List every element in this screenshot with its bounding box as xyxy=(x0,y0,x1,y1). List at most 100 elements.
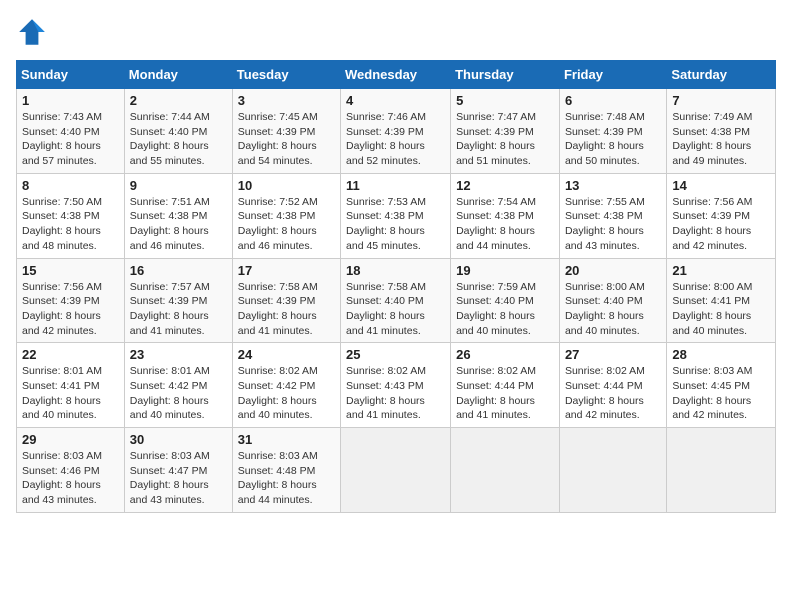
calendar-cell: 8 Sunrise: 7:50 AM Sunset: 4:38 PM Dayli… xyxy=(17,173,125,258)
weekday-label: Friday xyxy=(559,61,666,89)
calendar-cell: 1 Sunrise: 7:43 AM Sunset: 4:40 PM Dayli… xyxy=(17,89,125,174)
weekday-label: Tuesday xyxy=(232,61,340,89)
calendar-cell: 24 Sunrise: 8:02 AM Sunset: 4:42 PM Dayl… xyxy=(232,343,340,428)
day-number: 28 xyxy=(672,347,770,362)
calendar-cell xyxy=(341,428,451,513)
day-number: 4 xyxy=(346,93,445,108)
day-detail: Sunrise: 7:52 AM Sunset: 4:38 PM Dayligh… xyxy=(238,195,335,254)
calendar-cell: 22 Sunrise: 8:01 AM Sunset: 4:41 PM Dayl… xyxy=(17,343,125,428)
day-number: 6 xyxy=(565,93,661,108)
calendar-cell: 21 Sunrise: 8:00 AM Sunset: 4:41 PM Dayl… xyxy=(667,258,776,343)
day-number: 18 xyxy=(346,263,445,278)
day-detail: Sunrise: 7:56 AM Sunset: 4:39 PM Dayligh… xyxy=(22,280,119,339)
day-detail: Sunrise: 8:03 AM Sunset: 4:45 PM Dayligh… xyxy=(672,364,770,423)
day-detail: Sunrise: 8:02 AM Sunset: 4:42 PM Dayligh… xyxy=(238,364,335,423)
day-number: 8 xyxy=(22,178,119,193)
calendar-cell: 17 Sunrise: 7:58 AM Sunset: 4:39 PM Dayl… xyxy=(232,258,340,343)
day-detail: Sunrise: 8:00 AM Sunset: 4:40 PM Dayligh… xyxy=(565,280,661,339)
day-number: 3 xyxy=(238,93,335,108)
calendar-week-row: 8 Sunrise: 7:50 AM Sunset: 4:38 PM Dayli… xyxy=(17,173,776,258)
day-detail: Sunrise: 7:46 AM Sunset: 4:39 PM Dayligh… xyxy=(346,110,445,169)
day-detail: Sunrise: 8:02 AM Sunset: 4:43 PM Dayligh… xyxy=(346,364,445,423)
weekday-header-row: SundayMondayTuesdayWednesdayThursdayFrid… xyxy=(17,61,776,89)
calendar-cell: 31 Sunrise: 8:03 AM Sunset: 4:48 PM Dayl… xyxy=(232,428,340,513)
day-number: 7 xyxy=(672,93,770,108)
day-detail: Sunrise: 7:45 AM Sunset: 4:39 PM Dayligh… xyxy=(238,110,335,169)
day-number: 9 xyxy=(130,178,227,193)
day-detail: Sunrise: 7:49 AM Sunset: 4:38 PM Dayligh… xyxy=(672,110,770,169)
calendar-cell: 26 Sunrise: 8:02 AM Sunset: 4:44 PM Dayl… xyxy=(451,343,560,428)
day-detail: Sunrise: 8:01 AM Sunset: 4:42 PM Dayligh… xyxy=(130,364,227,423)
day-number: 16 xyxy=(130,263,227,278)
header xyxy=(16,16,776,48)
calendar-week-row: 1 Sunrise: 7:43 AM Sunset: 4:40 PM Dayli… xyxy=(17,89,776,174)
logo xyxy=(16,16,52,48)
day-detail: Sunrise: 7:55 AM Sunset: 4:38 PM Dayligh… xyxy=(565,195,661,254)
day-detail: Sunrise: 8:02 AM Sunset: 4:44 PM Dayligh… xyxy=(565,364,661,423)
calendar-cell: 3 Sunrise: 7:45 AM Sunset: 4:39 PM Dayli… xyxy=(232,89,340,174)
day-detail: Sunrise: 7:51 AM Sunset: 4:38 PM Dayligh… xyxy=(130,195,227,254)
calendar-week-row: 29 Sunrise: 8:03 AM Sunset: 4:46 PM Dayl… xyxy=(17,428,776,513)
day-number: 29 xyxy=(22,432,119,447)
calendar-cell: 23 Sunrise: 8:01 AM Sunset: 4:42 PM Dayl… xyxy=(124,343,232,428)
calendar: SundayMondayTuesdayWednesdayThursdayFrid… xyxy=(16,60,776,513)
day-detail: Sunrise: 7:54 AM Sunset: 4:38 PM Dayligh… xyxy=(456,195,554,254)
calendar-cell: 10 Sunrise: 7:52 AM Sunset: 4:38 PM Dayl… xyxy=(232,173,340,258)
calendar-cell: 11 Sunrise: 7:53 AM Sunset: 4:38 PM Dayl… xyxy=(341,173,451,258)
day-detail: Sunrise: 7:44 AM Sunset: 4:40 PM Dayligh… xyxy=(130,110,227,169)
day-detail: Sunrise: 8:00 AM Sunset: 4:41 PM Dayligh… xyxy=(672,280,770,339)
day-number: 27 xyxy=(565,347,661,362)
day-number: 26 xyxy=(456,347,554,362)
day-number: 20 xyxy=(565,263,661,278)
weekday-label: Wednesday xyxy=(341,61,451,89)
day-detail: Sunrise: 8:03 AM Sunset: 4:47 PM Dayligh… xyxy=(130,449,227,508)
day-detail: Sunrise: 7:57 AM Sunset: 4:39 PM Dayligh… xyxy=(130,280,227,339)
calendar-cell: 9 Sunrise: 7:51 AM Sunset: 4:38 PM Dayli… xyxy=(124,173,232,258)
calendar-cell: 20 Sunrise: 8:00 AM Sunset: 4:40 PM Dayl… xyxy=(559,258,666,343)
calendar-cell: 29 Sunrise: 8:03 AM Sunset: 4:46 PM Dayl… xyxy=(17,428,125,513)
day-number: 17 xyxy=(238,263,335,278)
day-detail: Sunrise: 8:02 AM Sunset: 4:44 PM Dayligh… xyxy=(456,364,554,423)
day-number: 13 xyxy=(565,178,661,193)
calendar-cell: 12 Sunrise: 7:54 AM Sunset: 4:38 PM Dayl… xyxy=(451,173,560,258)
day-number: 2 xyxy=(130,93,227,108)
calendar-cell xyxy=(667,428,776,513)
day-detail: Sunrise: 7:47 AM Sunset: 4:39 PM Dayligh… xyxy=(456,110,554,169)
day-number: 23 xyxy=(130,347,227,362)
day-detail: Sunrise: 7:50 AM Sunset: 4:38 PM Dayligh… xyxy=(22,195,119,254)
day-number: 24 xyxy=(238,347,335,362)
weekday-label: Saturday xyxy=(667,61,776,89)
calendar-cell xyxy=(451,428,560,513)
calendar-cell: 16 Sunrise: 7:57 AM Sunset: 4:39 PM Dayl… xyxy=(124,258,232,343)
day-detail: Sunrise: 7:53 AM Sunset: 4:38 PM Dayligh… xyxy=(346,195,445,254)
day-number: 1 xyxy=(22,93,119,108)
day-detail: Sunrise: 7:56 AM Sunset: 4:39 PM Dayligh… xyxy=(672,195,770,254)
day-number: 11 xyxy=(346,178,445,193)
weekday-label: Sunday xyxy=(17,61,125,89)
day-number: 30 xyxy=(130,432,227,447)
day-detail: Sunrise: 7:58 AM Sunset: 4:40 PM Dayligh… xyxy=(346,280,445,339)
calendar-cell: 5 Sunrise: 7:47 AM Sunset: 4:39 PM Dayli… xyxy=(451,89,560,174)
calendar-cell: 7 Sunrise: 7:49 AM Sunset: 4:38 PM Dayli… xyxy=(667,89,776,174)
calendar-cell: 13 Sunrise: 7:55 AM Sunset: 4:38 PM Dayl… xyxy=(559,173,666,258)
day-number: 12 xyxy=(456,178,554,193)
day-detail: Sunrise: 7:48 AM Sunset: 4:39 PM Dayligh… xyxy=(565,110,661,169)
calendar-week-row: 15 Sunrise: 7:56 AM Sunset: 4:39 PM Dayl… xyxy=(17,258,776,343)
day-number: 22 xyxy=(22,347,119,362)
day-number: 10 xyxy=(238,178,335,193)
calendar-cell xyxy=(559,428,666,513)
calendar-week-row: 22 Sunrise: 8:01 AM Sunset: 4:41 PM Dayl… xyxy=(17,343,776,428)
calendar-cell: 28 Sunrise: 8:03 AM Sunset: 4:45 PM Dayl… xyxy=(667,343,776,428)
logo-icon xyxy=(16,16,48,48)
calendar-body: 1 Sunrise: 7:43 AM Sunset: 4:40 PM Dayli… xyxy=(17,89,776,513)
day-number: 31 xyxy=(238,432,335,447)
calendar-cell: 25 Sunrise: 8:02 AM Sunset: 4:43 PM Dayl… xyxy=(341,343,451,428)
day-number: 25 xyxy=(346,347,445,362)
day-number: 21 xyxy=(672,263,770,278)
day-number: 14 xyxy=(672,178,770,193)
calendar-cell: 4 Sunrise: 7:46 AM Sunset: 4:39 PM Dayli… xyxy=(341,89,451,174)
day-detail: Sunrise: 7:58 AM Sunset: 4:39 PM Dayligh… xyxy=(238,280,335,339)
calendar-cell: 30 Sunrise: 8:03 AM Sunset: 4:47 PM Dayl… xyxy=(124,428,232,513)
weekday-label: Monday xyxy=(124,61,232,89)
calendar-cell: 2 Sunrise: 7:44 AM Sunset: 4:40 PM Dayli… xyxy=(124,89,232,174)
